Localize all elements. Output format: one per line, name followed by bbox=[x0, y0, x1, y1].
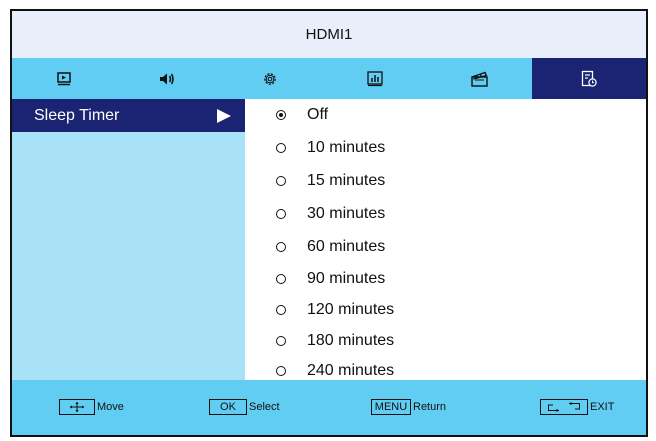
exit-label: EXIT bbox=[590, 401, 615, 413]
tab-sound[interactable] bbox=[116, 58, 217, 99]
source-title-bar: HDMI1 bbox=[12, 11, 646, 58]
select-hint: OK Select bbox=[209, 399, 280, 415]
menu-key: MENU bbox=[371, 399, 411, 415]
radio-selected-icon bbox=[276, 110, 286, 120]
option-label: 15 minutes bbox=[307, 172, 386, 189]
clapperboard-icon bbox=[470, 71, 488, 87]
option-label: 90 minutes bbox=[307, 270, 386, 287]
radio-icon bbox=[276, 143, 286, 153]
tab-media[interactable] bbox=[427, 58, 532, 99]
radio-icon bbox=[276, 242, 286, 252]
radio-icon bbox=[276, 336, 286, 346]
equalizer-icon bbox=[366, 71, 383, 87]
select-label: Select bbox=[249, 401, 280, 413]
option-label: 30 minutes bbox=[307, 205, 386, 222]
left-menu-panel: Sleep Timer bbox=[12, 99, 245, 380]
option-60-minutes[interactable]: 60 minutes bbox=[245, 234, 385, 260]
osd-menu: HDMI1 Sleep Timer Off 10 minutes 15 minu… bbox=[10, 9, 648, 437]
option-15-minutes[interactable]: 15 minutes bbox=[245, 168, 385, 194]
tab-channel[interactable] bbox=[322, 58, 427, 99]
option-10-minutes[interactable]: 10 minutes bbox=[245, 135, 385, 161]
option-label: 60 minutes bbox=[307, 238, 386, 255]
picture-icon bbox=[57, 71, 71, 85]
option-label: Off bbox=[307, 106, 329, 123]
move-label: Move bbox=[97, 401, 124, 413]
option-label: 240 minutes bbox=[307, 362, 395, 379]
radio-icon bbox=[276, 305, 286, 315]
timer-icon bbox=[581, 70, 597, 87]
radio-icon bbox=[276, 366, 286, 376]
return-label: Return bbox=[413, 401, 447, 413]
sleep-timer-menu-item[interactable]: Sleep Timer bbox=[12, 99, 245, 132]
option-90-minutes[interactable]: 90 minutes bbox=[245, 266, 385, 292]
exit-hint: EXIT bbox=[540, 399, 614, 415]
radio-icon bbox=[276, 209, 286, 219]
return-hint: MENU Return bbox=[371, 399, 446, 415]
tab-setup[interactable] bbox=[217, 58, 322, 99]
ok-key: OK bbox=[209, 399, 247, 415]
key-hint-bar: Move OK Select MENU Return EXIT bbox=[12, 380, 646, 435]
radio-icon bbox=[276, 274, 286, 284]
menu-tab-bar bbox=[12, 58, 646, 99]
dpad-key-icon bbox=[59, 399, 95, 415]
option-label: 10 minutes bbox=[307, 139, 386, 156]
right-arrow-icon bbox=[217, 108, 231, 123]
speaker-icon bbox=[159, 73, 174, 84]
option-label: 120 minutes bbox=[307, 301, 395, 318]
option-label: 180 minutes bbox=[307, 332, 395, 349]
tab-timer[interactable] bbox=[532, 58, 646, 99]
option-off[interactable]: Off bbox=[245, 102, 328, 128]
move-hint: Move bbox=[59, 399, 124, 415]
exit-key-icon bbox=[540, 399, 588, 415]
source-title: HDMI1 bbox=[305, 26, 353, 43]
sleep-timer-label: Sleep Timer bbox=[34, 106, 120, 124]
radio-icon bbox=[276, 176, 286, 186]
gear-icon bbox=[263, 72, 276, 85]
option-180-minutes[interactable]: 180 minutes bbox=[245, 328, 394, 354]
tab-picture[interactable] bbox=[12, 58, 116, 99]
sleep-timer-options-panel: Off 10 minutes 15 minutes 30 minutes 60 … bbox=[245, 99, 646, 380]
option-30-minutes[interactable]: 30 minutes bbox=[245, 201, 385, 227]
option-120-minutes[interactable]: 120 minutes bbox=[245, 297, 394, 323]
